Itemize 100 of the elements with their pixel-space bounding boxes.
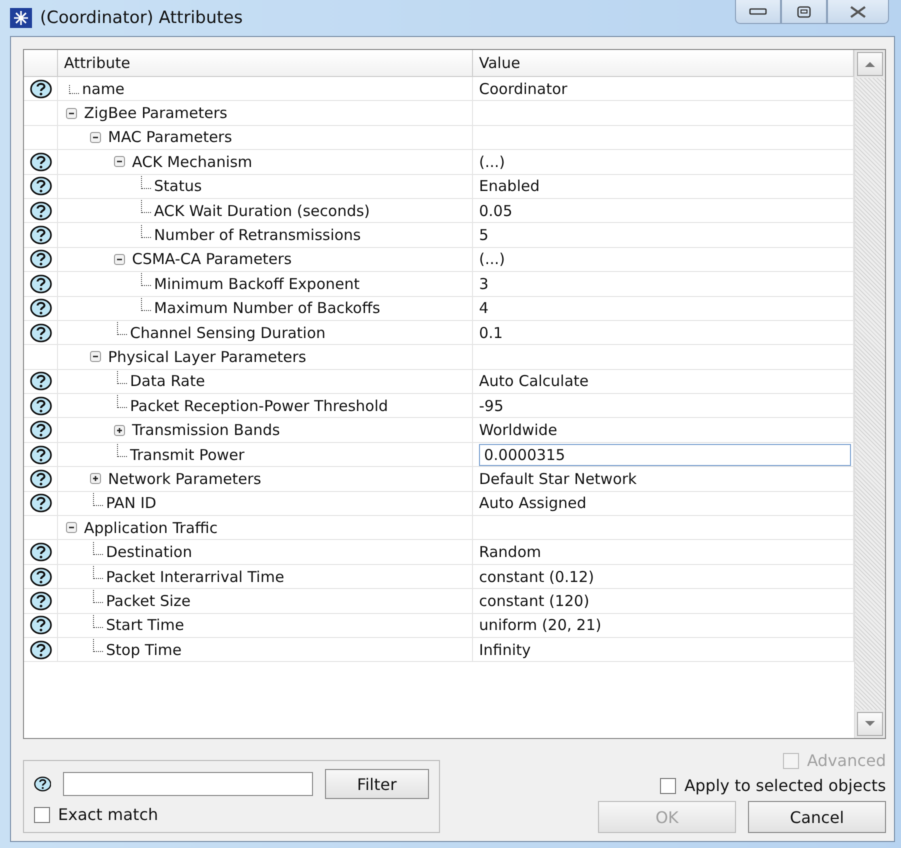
expand-icon[interactable] [114,424,125,436]
attribute-value: 0.1 [479,324,503,342]
column-header[interactable]: Attribute [58,50,473,76]
tree-connector [93,639,103,652]
attribute-value: 0.05 [479,202,512,220]
help-icon[interactable] [30,566,52,586]
window-title: (Coordinator) Attributes [40,8,243,28]
attribute-name: Destination [106,543,192,562]
dialog-button[interactable]: Cancel [748,801,886,833]
scroll-down-button[interactable] [857,712,883,736]
attribute-name: name [82,80,125,98]
scroll-up-button[interactable] [857,52,883,76]
attribute-name: CSMA-CA Parameters [132,250,292,268]
checkbox-label: Exact match [58,805,158,824]
attribute-name: Minimum Backoff Exponent [154,274,360,293]
maximize-button[interactable] [781,0,827,24]
help-icon[interactable] [30,396,52,416]
attribute-value: Random [479,543,542,562]
checkbox[interactable] [660,778,676,794]
collapse-icon[interactable] [66,108,77,119]
filter-button[interactable]: Filter [324,769,429,799]
help-icon[interactable] [34,774,52,794]
attribute-value: Worldwide [479,421,558,440]
help-icon[interactable] [30,444,52,465]
attribute-name: Physical Layer Parameters [108,348,306,366]
attribute-value: Enabled [479,177,540,196]
filter-field[interactable] [63,772,313,796]
attribute-name: Data Rate [130,372,205,390]
star-icon [10,8,32,28]
collapse-icon[interactable] [90,132,101,143]
help-icon[interactable] [30,371,52,392]
attribute-name: Application Traffic [84,518,218,537]
help-icon[interactable] [30,590,52,611]
tree-connector [141,200,151,214]
help-icon[interactable] [30,249,52,270]
down-arrow-icon [865,721,875,727]
collapse-icon[interactable] [114,254,125,265]
tree-connector [93,492,103,506]
help-icon[interactable] [30,542,52,562]
attribute-name: Stop Time [106,640,182,659]
value-field[interactable]: 0.0000315 [479,444,851,466]
tree-connector [93,566,103,579]
attribute-name: Transmit Power [130,446,244,464]
attribute-name: Number of Retransmissions [154,226,361,244]
help-icon[interactable] [30,640,52,660]
attribute-value: (...) [479,152,506,171]
checkbox-label: Advanced [806,751,886,770]
help-icon[interactable] [30,298,52,318]
attribute-value: Coordinator [479,80,568,98]
attribute-name: Status [154,177,202,196]
close-icon [848,6,868,18]
attribute-name: Packet Size [106,592,191,610]
checkbox[interactable] [34,806,50,822]
tree-connector [141,224,151,238]
attribute-value: 3 [479,274,489,293]
tree-connector [117,322,127,336]
help-icon[interactable] [30,274,52,294]
attribute-value: Infinity [479,640,531,659]
tree-connector [141,176,151,189]
tree-connector [117,395,127,408]
attribute-value: constant (120) [479,592,590,610]
attribute-name: Maximum Number of Backoffs [154,299,380,318]
maximize-icon [797,6,811,18]
attribute-name: ACK Mechanism [132,152,252,171]
attribute-value: 5 [479,226,489,244]
help-icon[interactable] [30,152,52,172]
attribute-value: constant (0.12) [479,568,594,586]
help-icon[interactable] [30,493,52,514]
help-icon[interactable] [30,78,52,99]
help-icon[interactable] [30,615,52,636]
help-icon[interactable] [30,176,52,196]
attribute-name: PAN ID [106,494,156,512]
close-button[interactable] [827,0,889,24]
attribute-name: Channel Sensing Duration [130,324,326,342]
attribute-name: ACK Wait Duration (seconds) [154,202,370,220]
attribute-value: 4 [479,299,489,318]
collapse-icon[interactable] [90,351,101,362]
attribute-name: Packet Reception-Power Threshold [130,396,388,415]
minimize-button[interactable] [735,0,781,24]
collapse-icon[interactable] [66,522,77,534]
help-icon[interactable] [30,468,52,489]
vertical-scrollbar[interactable] [854,50,885,738]
help-icon[interactable] [30,420,52,440]
attribute-name: Packet Interarrival Time [106,568,284,586]
attribute-value: (...) [479,250,506,268]
expand-icon[interactable] [90,473,101,484]
help-icon[interactable] [30,322,52,343]
attribute-value: -95 [479,396,504,415]
attribute-name: Start Time [106,616,184,634]
help-icon[interactable] [30,225,52,246]
tree-connector [93,590,103,604]
tree-connector [117,444,127,458]
help-icon[interactable] [30,200,52,221]
attribute-value: Auto Calculate [479,372,589,390]
tree-connector [69,85,79,94]
attribute-value: uniform (20, 21) [479,616,602,634]
attribute-name: Transmission Bands [132,421,280,440]
collapse-icon[interactable] [114,156,125,168]
tree-connector [117,370,127,384]
attribute-value: Auto Assigned [479,494,586,512]
